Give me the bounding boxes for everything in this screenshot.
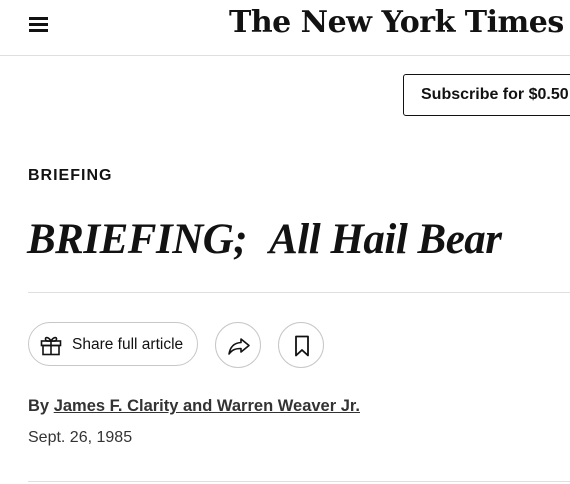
share-button[interactable] <box>215 322 261 368</box>
masthead-logo[interactable]: The New York Times <box>229 2 564 44</box>
share-arrow-icon <box>228 338 250 355</box>
divider <box>28 292 570 293</box>
headline: BRIEFING; All Hail Bear <box>27 212 502 268</box>
share-full-article-button[interactable]: Share full article <box>28 322 198 366</box>
headline-part-1: BRIEFING; <box>27 216 248 263</box>
author-link[interactable]: James F. Clarity and Warren Weaver Jr. <box>54 397 360 415</box>
share-full-article-label: Share full article <box>72 336 184 353</box>
save-bookmark-button[interactable] <box>278 322 324 368</box>
hamburger-menu-icon[interactable] <box>28 14 50 34</box>
byline-prefix: By <box>28 397 50 415</box>
top-bar: The New York Times <box>0 0 570 56</box>
divider-bottom <box>28 481 570 482</box>
byline: By James F. Clarity and Warren Weaver Jr… <box>28 397 360 416</box>
headline-part-2: All Hail Bear <box>269 216 502 263</box>
publish-date: Sept. 26, 1985 <box>28 429 133 446</box>
article-page: The New York Times Subscribe for $0.50 B… <box>0 0 570 484</box>
bookmark-icon <box>295 335 309 357</box>
section-kicker[interactable]: BRIEFING <box>28 167 112 185</box>
subscribe-button[interactable]: Subscribe for $0.50 <box>403 74 570 116</box>
gift-icon <box>40 336 62 356</box>
